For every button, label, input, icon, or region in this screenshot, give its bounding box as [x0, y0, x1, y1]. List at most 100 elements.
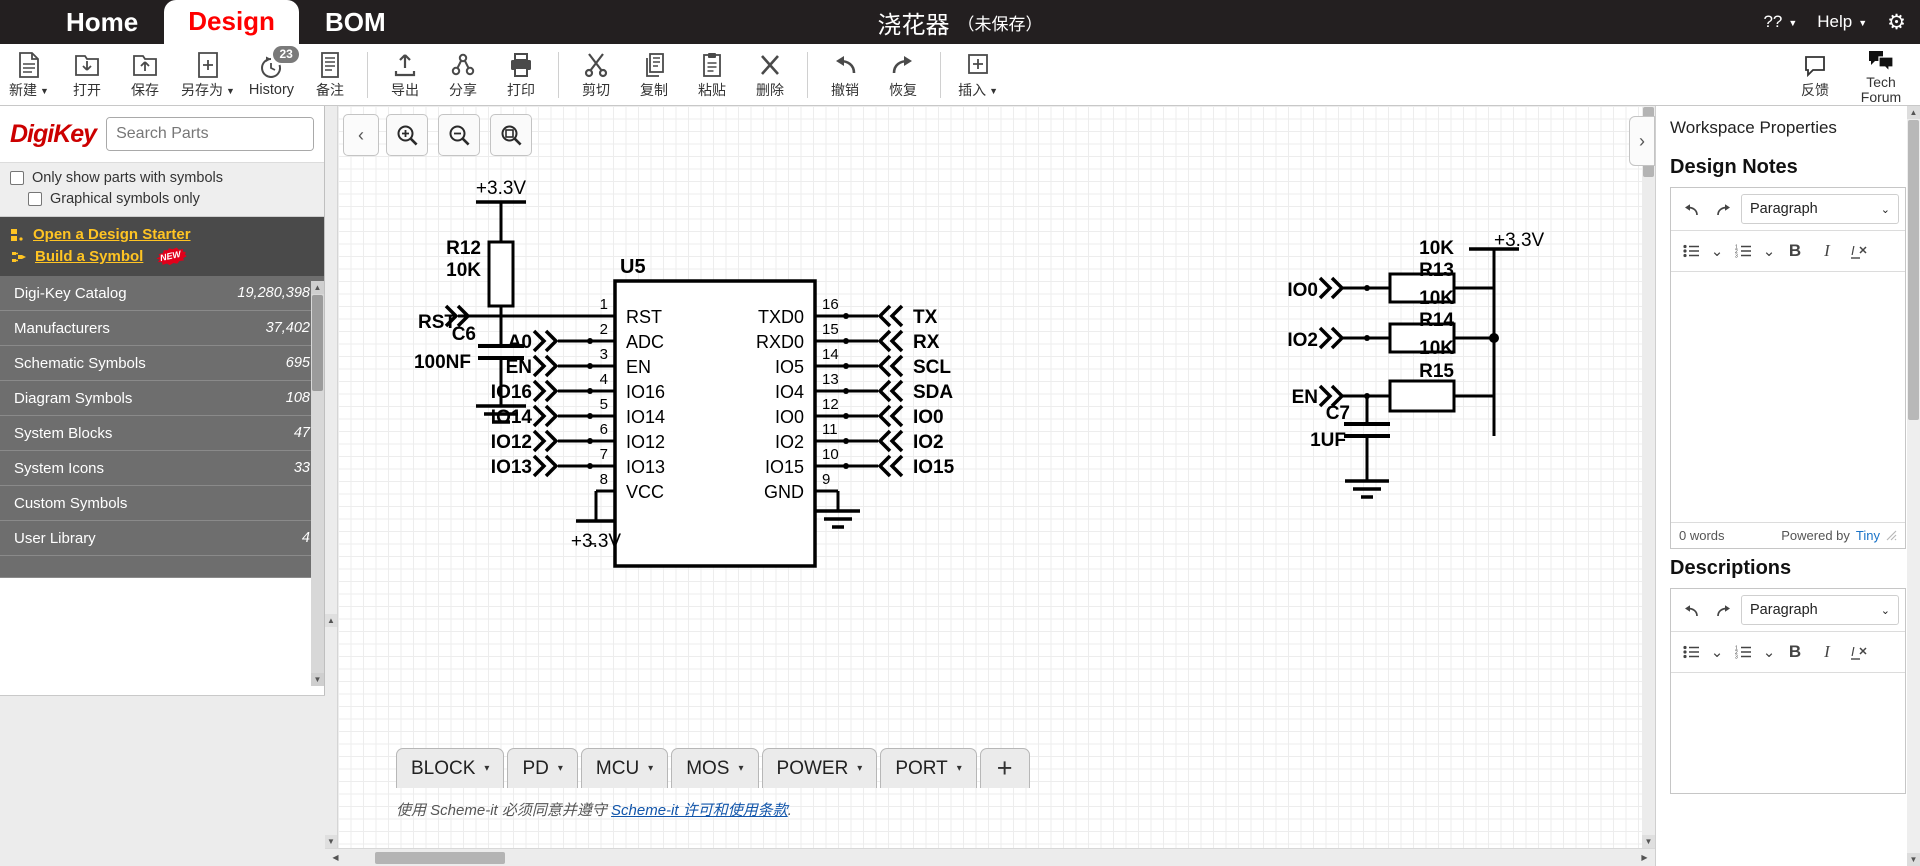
- zoom-fit-button[interactable]: [490, 114, 532, 156]
- clear-format-icon[interactable]: I: [1845, 237, 1873, 265]
- catalog-item-manufacturers[interactable]: Manufacturers 37,402: [0, 311, 324, 346]
- bullet-list-icon[interactable]: [1677, 638, 1705, 666]
- filter-graphical-only[interactable]: Graphical symbols only: [10, 191, 314, 207]
- share-button[interactable]: 分享: [434, 46, 492, 104]
- design-notes-text-area[interactable]: [1671, 272, 1905, 522]
- gear-icon[interactable]: ⚙: [1887, 12, 1906, 33]
- new-button[interactable]: 新建 ▼: [0, 46, 58, 104]
- insert-button[interactable]: 插入 ▼: [949, 46, 1007, 104]
- italic-icon[interactable]: I: [1813, 638, 1841, 666]
- language-menu[interactable]: ?? ▼: [1763, 12, 1797, 32]
- scroll-up-icon[interactable]: ▲: [325, 614, 337, 627]
- undo-button[interactable]: 撤销: [816, 46, 874, 104]
- scroll-thumb[interactable]: [312, 295, 323, 391]
- collapse-right-panel-button[interactable]: ›: [1629, 116, 1655, 166]
- sheet-tab-pd[interactable]: PD ▾: [507, 748, 578, 788]
- checkbox-graphical-only[interactable]: [28, 192, 42, 206]
- numbered-list-icon[interactable]: 123: [1729, 237, 1757, 265]
- canvas-vertical-scrollbar-left[interactable]: ▲ ▼: [325, 106, 338, 848]
- scroll-left-icon[interactable]: ◀: [329, 851, 342, 864]
- bullet-list-dropdown-icon[interactable]: ⌄: [1709, 237, 1725, 265]
- catalog-item-digikey[interactable]: Digi-Key Catalog 19,280,398: [0, 276, 324, 311]
- redo-icon[interactable]: [1709, 195, 1737, 223]
- resize-grip-icon[interactable]: [1886, 530, 1897, 541]
- redo-icon[interactable]: [1709, 596, 1737, 624]
- open-design-starter-link[interactable]: Open a Design Starter: [10, 226, 314, 243]
- chevron-down-icon[interactable]: ▾: [558, 763, 563, 774]
- help-menu[interactable]: Help ▼: [1817, 12, 1867, 32]
- filter-only-symbols[interactable]: Only show parts with symbols: [10, 170, 314, 186]
- numbered-list-icon[interactable]: 123: [1729, 638, 1757, 666]
- scroll-down-icon[interactable]: ▼: [311, 673, 324, 686]
- bullet-list-dropdown-icon[interactable]: ⌄: [1709, 638, 1725, 666]
- descriptions-paragraph-select[interactable]: Paragraph ⌄: [1741, 595, 1899, 625]
- delete-button[interactable]: 删除: [741, 46, 799, 104]
- build-a-symbol-link[interactable]: Build a Symbol NEW: [10, 248, 314, 265]
- feedback-button[interactable]: 反馈: [1782, 46, 1848, 104]
- right-panel-scrollbar[interactable]: ▲ ▼: [1907, 106, 1920, 866]
- sheet-tab-power[interactable]: POWER ▾: [761, 748, 878, 788]
- cut-button[interactable]: 剪切: [567, 46, 625, 104]
- sheet-tab-mcu[interactable]: MCU ▾: [580, 748, 669, 788]
- clear-format-icon[interactable]: I: [1845, 638, 1873, 666]
- scroll-up-icon[interactable]: ▲: [1907, 106, 1920, 119]
- license-link[interactable]: Scheme-it 许可和使用条款: [611, 802, 788, 819]
- tech-forum-button[interactable]: Tech Forum: [1848, 46, 1914, 104]
- catalog-item-diagram-symbols[interactable]: Diagram Symbols 108: [0, 381, 324, 416]
- tab-design[interactable]: Design: [164, 0, 299, 44]
- sheet-tab-mos[interactable]: MOS ▾: [671, 748, 759, 788]
- paste-button[interactable]: 粘贴: [683, 46, 741, 104]
- export-button[interactable]: 导出: [376, 46, 434, 104]
- chevron-down-icon[interactable]: ▾: [738, 763, 743, 774]
- bold-icon[interactable]: B: [1781, 237, 1809, 265]
- italic-icon[interactable]: I: [1813, 237, 1841, 265]
- tiny-link[interactable]: Tiny: [1856, 528, 1880, 543]
- scroll-down-icon[interactable]: ▼: [325, 835, 337, 848]
- descriptions-text-area[interactable]: [1671, 673, 1905, 793]
- search-input[interactable]: [107, 118, 314, 150]
- redo-button[interactable]: 恢复: [874, 46, 932, 104]
- sheet-tab-port[interactable]: PORT ▾: [880, 748, 977, 788]
- copy-button[interactable]: 复制: [625, 46, 683, 104]
- scroll-thumb-horizontal[interactable]: [375, 852, 505, 864]
- numbered-list-dropdown-icon[interactable]: ⌄: [1761, 237, 1777, 265]
- bold-icon[interactable]: B: [1781, 638, 1809, 666]
- catalog-item-system-icons[interactable]: System Icons 33: [0, 451, 324, 486]
- tab-home[interactable]: Home: [40, 0, 164, 44]
- catalog-item-user-library[interactable]: User Library 4: [0, 521, 324, 556]
- checkbox-only-symbols[interactable]: [10, 171, 24, 185]
- tab-bom[interactable]: BOM: [299, 0, 412, 44]
- chevron-down-icon[interactable]: ▾: [484, 763, 489, 774]
- catalog-item-custom-symbols[interactable]: Custom Symbols: [0, 486, 324, 521]
- undo-icon[interactable]: [1677, 195, 1705, 223]
- sheet-tab-block[interactable]: BLOCK ▾: [396, 748, 505, 788]
- catalog-item-partial[interactable]: [0, 556, 324, 578]
- scroll-down-icon[interactable]: ▼: [1642, 835, 1655, 848]
- collapse-left-panel-button[interactable]: ‹: [343, 114, 379, 156]
- zoom-out-button[interactable]: [438, 114, 480, 156]
- chevron-down-icon[interactable]: ▾: [857, 763, 862, 774]
- catalog-scrollbar[interactable]: ▲ ▼: [311, 281, 324, 686]
- catalog-item-system-blocks[interactable]: System Blocks 47: [0, 416, 324, 451]
- save-as-button[interactable]: 另存为 ▼: [174, 46, 242, 104]
- canvas-vertical-scrollbar-right[interactable]: ▼: [1642, 106, 1655, 848]
- design-notes-paragraph-select[interactable]: Paragraph ⌄: [1741, 194, 1899, 224]
- zoom-in-button[interactable]: [386, 114, 428, 156]
- print-button[interactable]: 打印: [492, 46, 550, 104]
- bullet-list-icon[interactable]: [1677, 237, 1705, 265]
- save-button[interactable]: 保存: [116, 46, 174, 104]
- schematic-grid[interactable]: ‹ › +3.3V R12 10K RST C6 100NF +3̵.3V U5…: [338, 106, 1655, 848]
- scroll-down-icon[interactable]: ▼: [1907, 853, 1920, 866]
- history-button[interactable]: 23 History: [242, 45, 301, 104]
- numbered-list-dropdown-icon[interactable]: ⌄: [1761, 638, 1777, 666]
- open-button[interactable]: 打开: [58, 46, 116, 104]
- scroll-thumb[interactable]: [1908, 120, 1919, 420]
- canvas-horizontal-scrollbar[interactable]: ◀ ▶: [325, 848, 1655, 866]
- chevron-down-icon[interactable]: ▾: [957, 763, 962, 774]
- undo-icon[interactable]: [1677, 596, 1705, 624]
- notes-button[interactable]: 备注: [301, 46, 359, 104]
- scroll-up-icon[interactable]: ▲: [311, 281, 324, 294]
- catalog-item-schematic-symbols[interactable]: Schematic Symbols 695: [0, 346, 324, 381]
- add-sheet-button[interactable]: +: [979, 748, 1030, 788]
- scroll-right-icon[interactable]: ▶: [1638, 851, 1651, 864]
